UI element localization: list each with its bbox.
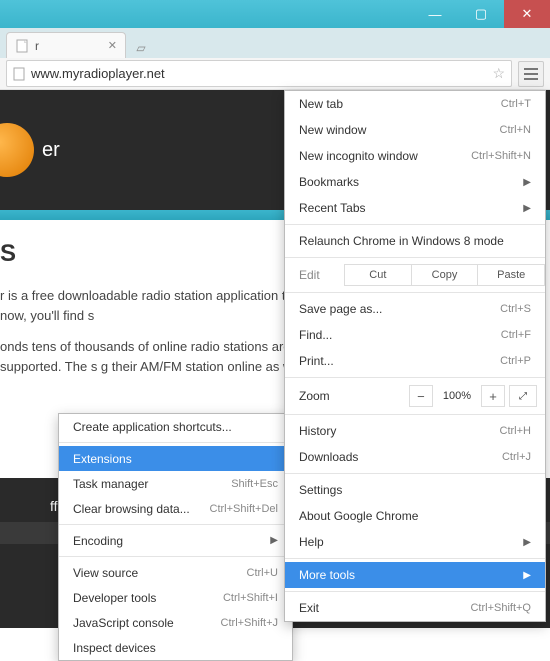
url-text: www.myradioplayer.net	[31, 66, 165, 81]
chevron-right-icon: ▶	[523, 203, 531, 214]
menu-zoom-row: Zoom − 100% + ⤢	[285, 381, 545, 411]
menu-item-encoding[interactable]: Encoding▶	[59, 528, 292, 553]
window-close-button[interactable]: ✕	[504, 0, 550, 28]
menu-item-extensions[interactable]: Extensions	[59, 446, 292, 471]
menu-item-inspect-devices[interactable]: Inspect devices	[59, 635, 292, 660]
window-titlebar: — ▢ ✕	[0, 0, 550, 28]
menu-item-settings[interactable]: Settings	[285, 477, 545, 503]
window-maximize-button[interactable]: ▢	[458, 0, 504, 28]
window-minimize-button[interactable]: —	[412, 0, 458, 28]
url-input[interactable]: www.myradioplayer.net ☆	[6, 60, 512, 87]
zoom-label: Zoom	[285, 389, 355, 403]
new-tab-button[interactable]: ▱	[130, 38, 152, 58]
tab-close-icon[interactable]: ✕	[108, 39, 117, 52]
tab-strip: r ✕ ▱	[0, 28, 550, 58]
copy-button[interactable]: Copy	[411, 264, 479, 286]
menu-item-more-tools[interactable]: More tools▶	[285, 562, 545, 588]
menu-item-about[interactable]: About Google Chrome	[285, 503, 545, 529]
bookmark-star-icon[interactable]: ☆	[492, 65, 505, 82]
fullscreen-button[interactable]: ⤢	[509, 385, 537, 407]
menu-separator	[285, 224, 545, 225]
menu-item-view-source[interactable]: View sourceCtrl+U	[59, 560, 292, 585]
page-icon	[15, 39, 29, 53]
menu-item-task-manager[interactable]: Task managerShift+Esc	[59, 471, 292, 496]
menu-item-recent-tabs[interactable]: Recent Tabs▶	[285, 195, 545, 221]
chevron-right-icon: ▶	[270, 535, 278, 546]
chrome-main-menu: New tabCtrl+T New windowCtrl+N New incog…	[284, 90, 546, 622]
menu-item-help[interactable]: Help▶	[285, 529, 545, 555]
menu-separator	[285, 558, 545, 559]
menu-item-bookmarks[interactable]: Bookmarks▶	[285, 169, 545, 195]
menu-item-new-tab[interactable]: New tabCtrl+T	[285, 91, 545, 117]
menu-item-new-incognito[interactable]: New incognito windowCtrl+Shift+N	[285, 143, 545, 169]
chevron-right-icon: ▶	[523, 537, 531, 548]
menu-separator	[285, 473, 545, 474]
menu-separator	[285, 257, 545, 258]
zoom-out-button[interactable]: −	[409, 385, 433, 407]
menu-item-print[interactable]: Print...Ctrl+P	[285, 348, 545, 374]
tab-title: r	[35, 39, 39, 53]
chrome-menu-button[interactable]	[518, 61, 544, 87]
menu-separator	[59, 442, 292, 443]
site-logo-icon	[0, 123, 34, 177]
browser-tab[interactable]: r ✕	[6, 32, 126, 58]
menu-item-relaunch-win8[interactable]: Relaunch Chrome in Windows 8 mode	[285, 228, 545, 254]
menu-edit-row: Edit Cut Copy Paste	[285, 261, 545, 289]
paste-button[interactable]: Paste	[477, 264, 545, 286]
menu-item-developer-tools[interactable]: Developer toolsCtrl+Shift+I	[59, 585, 292, 610]
menu-separator	[59, 556, 292, 557]
menu-item-new-window[interactable]: New windowCtrl+N	[285, 117, 545, 143]
menu-separator	[59, 524, 292, 525]
zoom-in-button[interactable]: +	[481, 385, 505, 407]
zoom-value: 100%	[437, 390, 477, 402]
cut-button[interactable]: Cut	[344, 264, 412, 286]
site-logo-text: er	[42, 139, 60, 162]
menu-item-create-shortcuts[interactable]: Create application shortcuts...	[59, 414, 292, 439]
more-tools-submenu: Create application shortcuts... Extensio…	[58, 413, 293, 661]
menu-separator	[285, 591, 545, 592]
menu-item-history[interactable]: HistoryCtrl+H	[285, 418, 545, 444]
menu-item-save-page[interactable]: Save page as...Ctrl+S	[285, 296, 545, 322]
menu-item-exit[interactable]: ExitCtrl+Shift+Q	[285, 595, 545, 621]
file-icon	[13, 67, 25, 81]
menu-separator	[285, 414, 545, 415]
menu-separator	[285, 292, 545, 293]
edit-label: Edit	[285, 268, 345, 282]
chevron-right-icon: ▶	[523, 177, 531, 188]
menu-item-clear-data[interactable]: Clear browsing data...Ctrl+Shift+Del	[59, 496, 292, 521]
menu-item-js-console[interactable]: JavaScript consoleCtrl+Shift+J	[59, 610, 292, 635]
chevron-right-icon: ▶	[523, 570, 531, 581]
menu-item-find[interactable]: Find...Ctrl+F	[285, 322, 545, 348]
menu-separator	[285, 377, 545, 378]
address-bar: www.myradioplayer.net ☆	[0, 58, 550, 90]
menu-item-downloads[interactable]: DownloadsCtrl+J	[285, 444, 545, 470]
